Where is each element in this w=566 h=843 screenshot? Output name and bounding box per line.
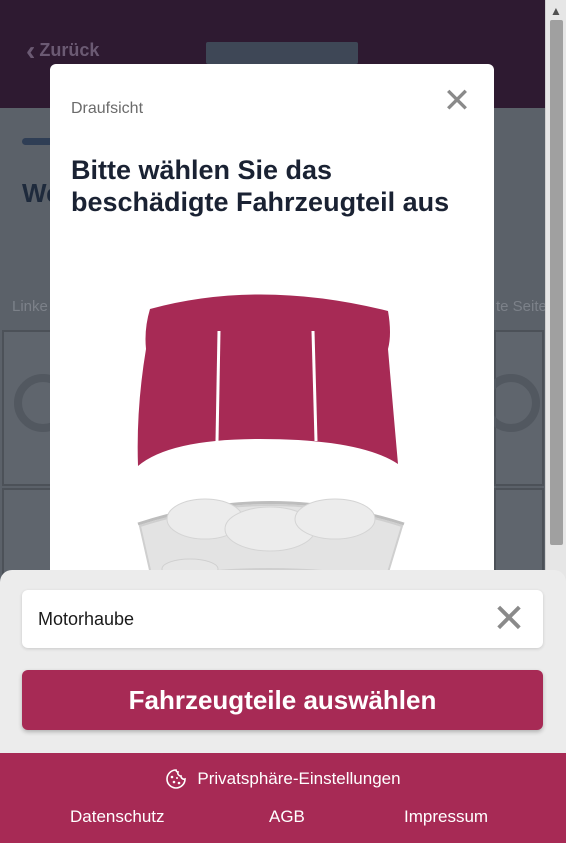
scroll-up-arrow-icon[interactable]: ▲ [550, 4, 562, 18]
close-icon[interactable]: ✕ [490, 599, 528, 639]
back-link-label: Zurück [39, 40, 100, 60]
scrollbar-thumb[interactable] [550, 20, 563, 545]
background-left-label: Linke [12, 298, 48, 315]
hood-part[interactable] [137, 294, 398, 466]
footer-link-agb[interactable]: AGB [269, 807, 305, 827]
selected-part-label: Motorhaube [38, 609, 135, 629]
footer-link-impressum[interactable]: Impressum [404, 807, 488, 827]
select-parts-button[interactable]: Fahrzeugteile auswählen [22, 670, 543, 730]
background-right-label: te Seite [496, 298, 547, 315]
site-footer: Privatsphäre-Einstellungen Datenschutz A… [0, 753, 566, 843]
modal-subtitle: Draufsicht [71, 100, 144, 117]
hood-seam-left [215, 330, 221, 442]
back-link[interactable]: ‹ Zurück [26, 34, 100, 66]
interior-seat-right [294, 498, 376, 540]
privacy-settings-label: Privatsphäre-Einstellungen [197, 769, 401, 788]
close-icon[interactable]: ✕ [442, 84, 472, 118]
cookie-icon [166, 769, 187, 789]
selection-panel: Motorhaube ✕ Fahrzeugteile auswählen [0, 570, 566, 753]
privacy-settings-link[interactable]: Privatsphäre-Einstellungen [0, 768, 566, 790]
modal-title: Bitte wählen Sie das beschädigte Fahrzeu… [71, 155, 450, 217]
footer-link-datenschutz[interactable]: Datenschutz [70, 807, 165, 827]
chevron-left-icon: ‹ [26, 34, 36, 66]
selected-part-field: Motorhaube ✕ [22, 590, 543, 648]
site-logo [206, 42, 358, 64]
